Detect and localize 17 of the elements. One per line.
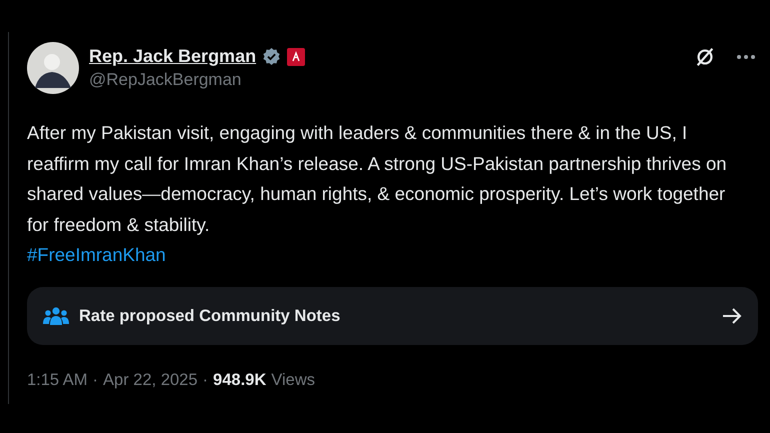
views-label: Views bbox=[271, 371, 315, 390]
post-date[interactable]: Apr 22, 2025 bbox=[103, 371, 198, 390]
more-icon[interactable] bbox=[736, 54, 756, 60]
people-icon bbox=[43, 306, 69, 326]
arrow-right-icon bbox=[722, 307, 742, 326]
author-handle: @RepJackBergman bbox=[89, 70, 242, 90]
community-notes-button[interactable]: Rate proposed Community Notes bbox=[27, 287, 758, 346]
separator: · bbox=[202, 371, 208, 390]
separator: · bbox=[92, 371, 98, 390]
post-time[interactable]: 1:15 AM bbox=[27, 371, 88, 390]
grok-icon[interactable] bbox=[694, 46, 716, 68]
government-label-icon bbox=[287, 48, 306, 66]
hashtag-link[interactable]: #FreeImranKhan bbox=[27, 240, 166, 270]
author-name[interactable]: Rep. Jack Bergman bbox=[89, 46, 256, 67]
avatar[interactable] bbox=[27, 42, 79, 94]
post-text: After my Pakistan visit, engaging with leaders & communities there & in the US, I reaffirm my call for Imran Khan’s release. A strong US-Pakistan partnership thrives on shared values—democracy, human rights, & economic prosperity. Let’s work together for freedom & stability. bbox=[27, 121, 727, 237]
views-count: 948.9K bbox=[213, 371, 266, 390]
